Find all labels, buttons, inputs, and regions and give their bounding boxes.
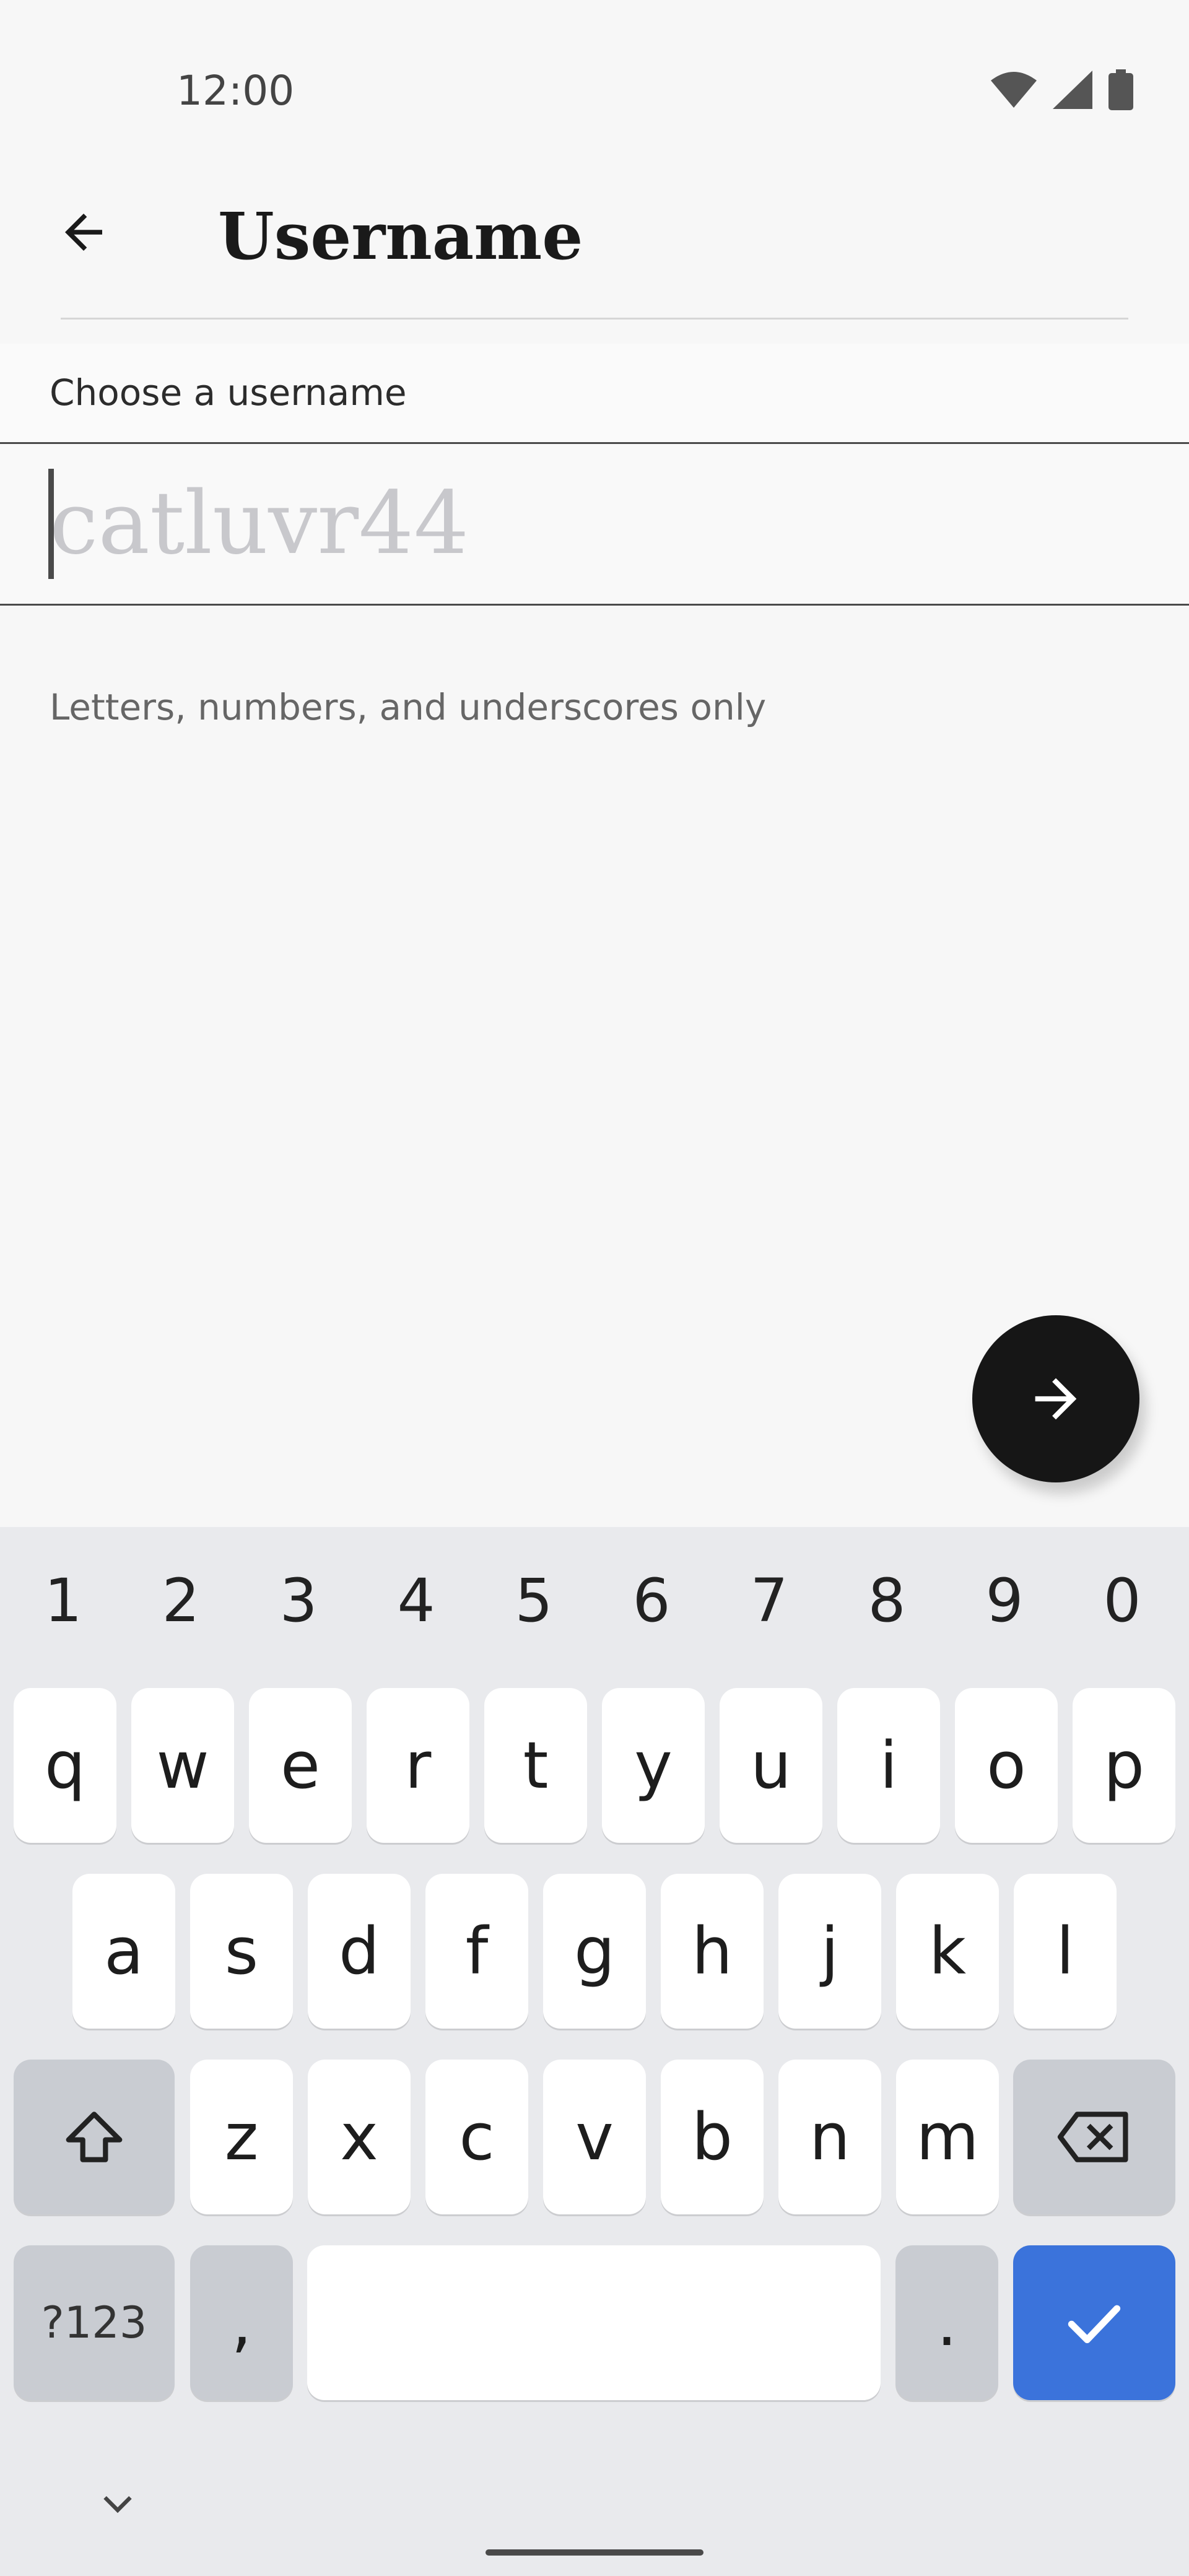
key-q[interactable]: q: [14, 1688, 116, 1843]
key-9[interactable]: 9: [946, 1560, 1063, 1641]
key-8[interactable]: 8: [828, 1560, 946, 1641]
period-key[interactable]: .: [895, 2245, 998, 2400]
key-n[interactable]: n: [778, 2060, 881, 2214]
keyboard-number-row: 1 2 3 4 5 6 7 8 9 0: [0, 1560, 1189, 1641]
navigation-handle[interactable]: [486, 2549, 703, 2556]
battery-icon: [1108, 69, 1133, 110]
period-key-label: .: [936, 2285, 957, 2361]
key-k[interactable]: k: [896, 1874, 999, 2029]
key-y[interactable]: y: [602, 1688, 705, 1843]
back-button[interactable]: [50, 198, 118, 266]
chevron-down-icon: [103, 2496, 132, 2513]
key-f[interactable]: f: [425, 1874, 528, 2029]
status-bar: 12:00: [0, 0, 1189, 180]
key-t[interactable]: t: [484, 1688, 587, 1843]
key-s[interactable]: s: [190, 1874, 293, 2029]
key-h[interactable]: h: [661, 1874, 764, 2029]
key-z[interactable]: z: [190, 2060, 293, 2214]
hide-keyboard-button[interactable]: [93, 2478, 142, 2528]
space-key[interactable]: [307, 2245, 881, 2400]
key-g[interactable]: g: [543, 1874, 646, 2029]
key-e[interactable]: e: [249, 1688, 352, 1843]
page-title: Username: [218, 198, 583, 274]
shift-key[interactable]: [14, 2060, 175, 2214]
symbols-key[interactable]: ?123: [14, 2245, 175, 2400]
key-p[interactable]: p: [1073, 1688, 1175, 1843]
key-a[interactable]: a: [72, 1874, 175, 2029]
key-j[interactable]: j: [778, 1874, 881, 2029]
status-icons: [991, 69, 1133, 110]
key-4[interactable]: 4: [357, 1560, 475, 1641]
key-o[interactable]: o: [955, 1688, 1058, 1843]
username-input[interactable]: [50, 458, 1139, 588]
wifi-icon: [991, 72, 1037, 108]
soft-keyboard: [0, 1527, 1189, 2576]
symbols-key-label: ?123: [41, 2297, 147, 2348]
status-time: 12:00: [176, 67, 295, 115]
next-button[interactable]: [972, 1315, 1139, 1482]
done-key[interactable]: [1013, 2245, 1175, 2400]
key-d[interactable]: d: [308, 1874, 411, 2029]
key-l[interactable]: l: [1014, 1874, 1117, 2029]
shift-arrow-icon: [66, 2112, 123, 2162]
key-r[interactable]: r: [367, 1688, 469, 1843]
signal-icon: [1053, 71, 1092, 109]
key-v[interactable]: v: [543, 2060, 646, 2214]
arrow-left-icon: [65, 214, 102, 251]
key-6[interactable]: 6: [593, 1560, 710, 1641]
key-2[interactable]: 2: [122, 1560, 240, 1641]
arrow-right-icon: [1035, 1378, 1077, 1420]
key-7[interactable]: 7: [710, 1560, 828, 1641]
key-1[interactable]: 1: [4, 1560, 122, 1641]
key-3[interactable]: 3: [240, 1560, 357, 1641]
comma-key-label: ,: [231, 2285, 252, 2361]
backspace-key[interactable]: [1013, 2060, 1175, 2214]
check-icon: [1068, 2305, 1121, 2343]
header-divider: [61, 318, 1128, 320]
username-label: Choose a username: [50, 372, 407, 414]
helper-text: Letters, numbers, and underscores only: [50, 686, 767, 728]
backspace-icon: [1057, 2112, 1128, 2162]
key-w[interactable]: w: [131, 1688, 234, 1843]
comma-key[interactable]: ,: [190, 2245, 293, 2400]
key-b[interactable]: b: [661, 2060, 764, 2214]
key-5[interactable]: 5: [475, 1560, 593, 1641]
key-u[interactable]: u: [720, 1688, 822, 1843]
key-i[interactable]: i: [837, 1688, 940, 1843]
key-c[interactable]: c: [425, 2060, 528, 2214]
key-0[interactable]: 0: [1063, 1560, 1181, 1641]
key-m[interactable]: m: [896, 2060, 999, 2214]
text-cursor: [48, 469, 54, 579]
key-x[interactable]: x: [308, 2060, 411, 2214]
